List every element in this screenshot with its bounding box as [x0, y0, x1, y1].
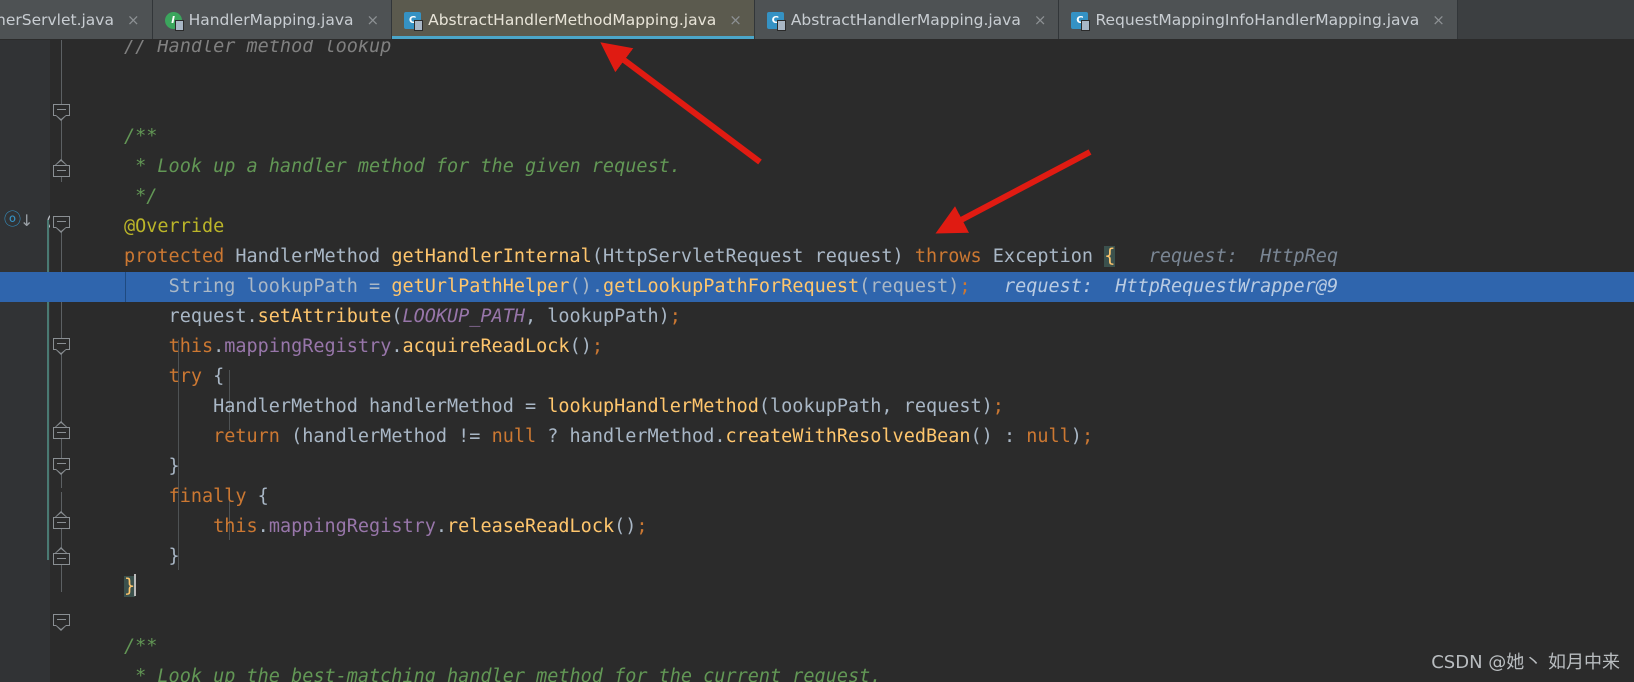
- code-line-text: return (handlerMethod != null ? handlerM…: [213, 426, 1094, 447]
- java-class-icon: C: [1071, 11, 1091, 31]
- editor-tab-bar: C herServlet.java × I HandlerMapping.jav…: [0, 0, 1634, 40]
- editor-window: C herServlet.java × I HandlerMapping.jav…: [0, 0, 1634, 682]
- code-line-text: }: [124, 456, 180, 477]
- code-line[interactable]: }: [0, 542, 1634, 572]
- editor-tab-dispatcherservlet[interactable]: C herServlet.java ×: [0, 0, 153, 39]
- code-line-text: // Handler method lookup: [124, 40, 392, 57]
- editor-tab-label: HandlerMapping.java: [188, 11, 354, 29]
- code-line-text: String lookupPath = getUrlPathHelper().g…: [168, 276, 1339, 297]
- code-line-text: * Look up a handler method for the given…: [124, 156, 681, 177]
- editor-tab-close-icon[interactable]: ×: [125, 12, 142, 28]
- code-line[interactable]: request.setAttribute(LOOKUP_PATH, lookup…: [0, 302, 1634, 332]
- editor-tab-label: herServlet.java: [0, 11, 114, 29]
- editor-tab-label: RequestMappingInfoHandlerMapping.java: [1095, 11, 1420, 29]
- editor-tab-close-icon[interactable]: ×: [1032, 12, 1049, 28]
- code-line[interactable]: }: [0, 452, 1634, 482]
- editor-tab-label: AbstractHandlerMethodMapping.java: [428, 11, 717, 29]
- code-line[interactable]: return (handlerMethod != null ? handlerM…: [0, 422, 1634, 452]
- code-line-text: @Override: [124, 216, 225, 237]
- code-line[interactable]: /**: [0, 632, 1634, 662]
- code-line[interactable]: finally {: [0, 482, 1634, 512]
- editor-tab-abstracthandlermapping[interactable]: C AbstractHandlerMapping.java ×: [754, 0, 1060, 39]
- code-line[interactable]: // Handler method lookup: [0, 40, 1634, 62]
- editor-tab-label: AbstractHandlerMapping.java: [790, 11, 1021, 29]
- code-line-text: HandlerMethod handlerMethod = lookupHand…: [213, 396, 1004, 417]
- editor-tab-close-icon[interactable]: ×: [365, 12, 382, 28]
- code-line-text: finally {: [168, 486, 269, 507]
- code-line[interactable]: /**: [0, 122, 1634, 152]
- code-line-text: this.mappingRegistry.acquireReadLock();: [168, 336, 603, 357]
- code-line-text: }: [124, 546, 180, 567]
- code-line-with-caret[interactable]: }: [0, 572, 1634, 602]
- code-line-text: }: [124, 574, 137, 597]
- code-line-text: try {: [168, 366, 225, 387]
- editor-tab-close-icon[interactable]: ×: [727, 12, 744, 28]
- code-line-text: /**: [124, 126, 158, 147]
- code-line[interactable]: this.mappingRegistry.releaseReadLock();: [0, 512, 1634, 542]
- code-line-text: this.mappingRegistry.releaseReadLock();: [213, 516, 648, 537]
- code-line-signature[interactable]: protected HandlerMethod getHandlerIntern…: [0, 242, 1634, 272]
- code-line[interactable]: */: [0, 182, 1634, 212]
- editor-tab-close-icon[interactable]: ×: [1430, 12, 1447, 28]
- code-editor[interactable]: ⓞ ↓ @: [0, 40, 1634, 682]
- code-line-text: protected HandlerMethod getHandlerIntern…: [124, 246, 1339, 267]
- code-line-text: /**: [124, 636, 158, 657]
- selection-gutter-fill: [64, 272, 124, 302]
- code-line-text: request.setAttribute(LOOKUP_PATH, lookup…: [124, 306, 681, 327]
- code-line[interactable]: @Override: [0, 212, 1634, 242]
- editor-tab-requestmappinginfohandlermapping[interactable]: C RequestMappingInfoHandlerMapping.java …: [1059, 0, 1458, 39]
- csdn-watermark: CSDN @她丶 如月中来: [1431, 652, 1620, 673]
- code-line-text: * Look up the best-matching handler meth…: [124, 666, 882, 682]
- code-line[interactable]: this.mappingRegistry.acquireReadLock();: [0, 332, 1634, 362]
- code-line[interactable]: * Look up the best-matching handler meth…: [0, 662, 1634, 682]
- code-line[interactable]: * Look up a handler method for the given…: [0, 152, 1634, 182]
- code-text-area[interactable]: // Handler method lookup /** * Look up a…: [0, 40, 1634, 682]
- java-interface-icon: I: [164, 11, 184, 31]
- code-line-text: */: [124, 186, 158, 207]
- code-line-selected[interactable]: String lookupPath = getUrlPathHelper().g…: [0, 272, 1634, 302]
- java-class-icon: C: [766, 11, 786, 31]
- code-line[interactable]: HandlerMethod handlerMethod = lookupHand…: [0, 392, 1634, 422]
- editor-tab-abstracthandlermethodmapping[interactable]: C AbstractHandlerMethodMapping.java ×: [392, 0, 755, 39]
- text-caret: [134, 574, 137, 596]
- java-class-icon: C: [404, 11, 424, 31]
- code-line[interactable]: try {: [0, 362, 1634, 392]
- editor-tab-handlermapping[interactable]: I HandlerMapping.java ×: [152, 0, 393, 39]
